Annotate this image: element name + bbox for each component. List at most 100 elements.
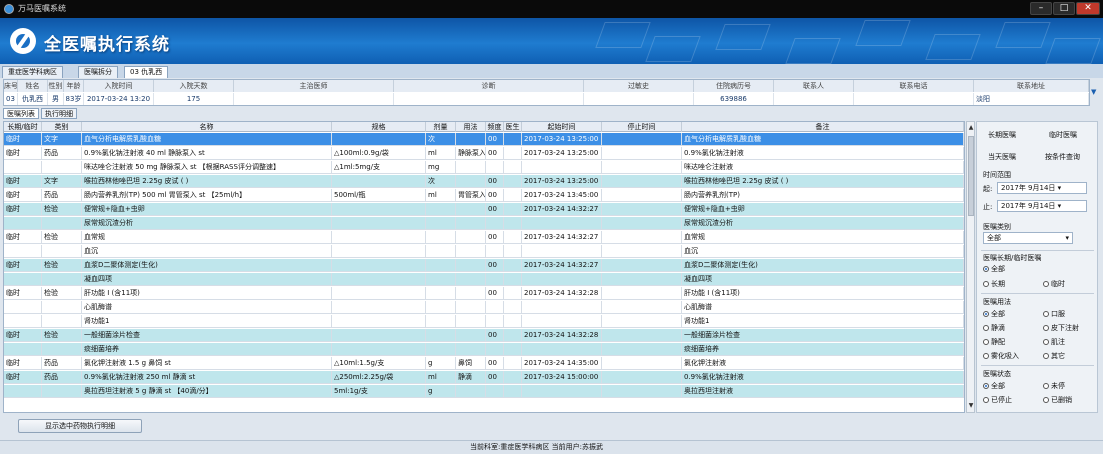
grid-header-cell[interactable]: 长期/临时 bbox=[4, 122, 42, 132]
order-row[interactable]: 奥拉西坦注射液 5 g 静滴 st 【40滴/分】 5ml:1g/支 g 奥拉西坦注射… bbox=[4, 385, 964, 398]
order-cell: 00 bbox=[486, 259, 504, 271]
s-deleted-radio[interactable]: 已删销 bbox=[1043, 396, 1072, 405]
order-row[interactable]: 临时 药品 0.9%氯化钠注射液 250 ml 静滴 st △250ml:2.25g/… bbox=[4, 371, 964, 384]
grid-header-cell[interactable]: 医生 bbox=[504, 122, 522, 132]
order-row[interactable]: 临时 检验 便常规+隐血+虫卵 00 2017-03-24 14:32:27 便常规+隐血… bbox=[4, 203, 964, 216]
order-row[interactable]: 痰细菌培养 痰细菌培养 bbox=[4, 343, 964, 356]
order-row[interactable]: 血沉 血沉 bbox=[4, 245, 964, 258]
order-cell: 临时 bbox=[4, 259, 42, 271]
order-cell: 药品 bbox=[42, 357, 82, 369]
grid-header-cell[interactable]: 用法 bbox=[456, 122, 486, 132]
order-cell: 临时 bbox=[4, 189, 42, 201]
order-cell: 检验 bbox=[42, 259, 82, 271]
grid-header-cell[interactable]: 起始时间 bbox=[522, 122, 602, 132]
order-cell bbox=[522, 343, 602, 355]
u-im-radio[interactable]: 肌注 bbox=[1043, 338, 1065, 347]
expand-arrow-icon[interactable]: ▼ bbox=[1091, 88, 1096, 96]
condition-query-button[interactable]: 按条件查询 bbox=[1045, 152, 1080, 162]
order-row[interactable]: 临时 检验 肝功能 I (含11项) 00 2017-03-24 14:32:28 肝功能… bbox=[4, 287, 964, 300]
order-row[interactable]: 临时 药品 0.9%氯化钠注射液 40 ml 静脉泵入 st △100ml:0.9g/… bbox=[4, 147, 964, 160]
order-row[interactable]: 凝血四项 凝血四项 bbox=[4, 273, 964, 286]
tab-exec-detail[interactable]: 执行明细 bbox=[41, 108, 77, 119]
lt-all-radio[interactable]: 全部 bbox=[983, 265, 1005, 274]
order-cell: 临时 bbox=[4, 175, 42, 187]
chevron-down-icon: ▾ bbox=[1065, 234, 1069, 242]
grid-header-cell[interactable]: 频度 bbox=[486, 122, 504, 132]
order-cell: 血气分析电解质乳酸血糖 bbox=[82, 133, 332, 145]
patient-header-cell: 联系电话 bbox=[854, 80, 974, 92]
maximize-button[interactable]: □ bbox=[1053, 2, 1075, 15]
orders-grid-scrollbar[interactable]: ▲ ▼ bbox=[966, 121, 975, 413]
order-row[interactable]: 临时 检验 血浆D二聚体测定(生化) 00 2017-03-24 14:32:27 血浆D… bbox=[4, 259, 964, 272]
order-cell bbox=[456, 329, 486, 341]
order-cell bbox=[332, 245, 426, 257]
order-cell bbox=[332, 231, 426, 243]
u-all-radio[interactable]: 全部 bbox=[983, 310, 1005, 319]
long-term-orders-button[interactable]: 长期医嘱 bbox=[988, 130, 1016, 140]
tab-ward[interactable]: 重症医学科病区 bbox=[2, 66, 63, 78]
order-row[interactable]: 临时 药品 肠内营养乳剂(TP) 500 ml 胃管泵入 st 【25ml/h】 50… bbox=[4, 189, 964, 202]
order-row[interactable]: 尿常规沉渣分析 尿常规沉渣分析 bbox=[4, 217, 964, 230]
s-stopped-radio[interactable]: 已停止 bbox=[983, 396, 1012, 405]
scroll-down-icon[interactable]: ▼ bbox=[968, 402, 974, 409]
order-cell bbox=[332, 217, 426, 229]
order-cell: 00 bbox=[486, 147, 504, 159]
order-row[interactable]: 临时 检验 血常规 00 2017-03-24 14:32:27 血常规 bbox=[4, 231, 964, 244]
order-cell bbox=[332, 343, 426, 355]
grid-header-cell[interactable]: 类别 bbox=[42, 122, 82, 132]
from-date-field[interactable]: 2017年 9月14日 ▾ bbox=[997, 182, 1087, 194]
close-button[interactable]: ✕ bbox=[1076, 2, 1100, 15]
order-cell bbox=[602, 287, 682, 299]
s-all-radio[interactable]: 全部 bbox=[983, 382, 1005, 391]
app-header: 全医嘱执行系统 bbox=[0, 18, 1103, 64]
grid-header-cell[interactable]: 名称 bbox=[82, 122, 332, 132]
patient-value-cell: 175 bbox=[154, 93, 234, 105]
grid-header-cell[interactable]: 停止时间 bbox=[602, 122, 682, 132]
order-row[interactable]: 心肌酶谱 心肌酶谱 bbox=[4, 301, 964, 314]
lt-long-radio[interactable]: 长期 bbox=[983, 280, 1005, 289]
order-cell: 尿常规沉渣分析 bbox=[682, 217, 964, 229]
patient-header-cell: 诊断 bbox=[394, 80, 584, 92]
category-label: 医嘱类别 bbox=[983, 223, 1011, 231]
category-select[interactable]: 全部 ▾ bbox=[983, 232, 1073, 244]
patient-header-cell: 住院病历号 bbox=[694, 80, 774, 92]
tab-order-list[interactable]: 医嘱列表 bbox=[3, 108, 39, 119]
today-orders-button[interactable]: 当天医嘱 bbox=[988, 152, 1016, 162]
scroll-thumb[interactable] bbox=[968, 136, 974, 216]
tab-split[interactable]: 医嘱拆分 bbox=[78, 66, 118, 78]
patient-value-cell bbox=[774, 93, 854, 105]
order-cell: 2017-03-24 13:25:00 bbox=[522, 133, 602, 145]
order-row[interactable]: 临时 检验 一般细菌涂片检查 00 2017-03-24 14:32:28 一般细菌涂片检… bbox=[4, 329, 964, 342]
tab-patient[interactable]: 03 仇乳西 bbox=[124, 66, 169, 78]
u-oral-radio[interactable]: 口服 bbox=[1043, 310, 1065, 319]
show-exec-detail-button[interactable]: 显示选中药物执行明细 bbox=[18, 419, 142, 433]
order-row[interactable]: 临时 药品 氯化钾注射液 1.5 g 鼻饲 st △10ml:1.5g/支 g 鼻饲 00 2… bbox=[4, 357, 964, 370]
order-cell: 临时 bbox=[4, 133, 42, 145]
order-cell: 药品 bbox=[42, 371, 82, 383]
lt-temp-radio[interactable]: 临时 bbox=[1043, 280, 1065, 289]
grid-header-cell[interactable]: 规格 bbox=[332, 122, 426, 132]
order-row[interactable]: 肾功能1 肾功能1 bbox=[4, 315, 964, 328]
order-cell: 2017-03-24 14:32:27 bbox=[522, 231, 602, 243]
patient-header-cell: 入院时间 bbox=[84, 80, 154, 92]
u-drip-radio[interactable]: 静滴 bbox=[983, 324, 1005, 333]
order-row[interactable]: 临时 文字 喉拉西林他唑巴坦 2.25g 皮试 ( ) 次 00 2017-03-24 1… bbox=[4, 175, 964, 188]
minimize-button[interactable]: – bbox=[1030, 2, 1052, 15]
order-row[interactable]: 临时 文字 血气分析电解质乳酸血糖次 00 2017-03-24 13:25:00 血气分… bbox=[4, 133, 964, 146]
s-unstop-radio[interactable]: 未停 bbox=[1043, 382, 1065, 391]
u-subq-radio[interactable]: 皮下注射 bbox=[1043, 324, 1079, 333]
u-other-radio[interactable]: 其它 bbox=[1043, 352, 1065, 361]
order-cell bbox=[426, 301, 456, 313]
order-cell: 凝血四项 bbox=[682, 273, 964, 285]
grid-header-cell[interactable]: 备注 bbox=[682, 122, 964, 132]
order-cell bbox=[456, 287, 486, 299]
order-row[interactable]: 咪达唑仑注射液 50 mg 静脉泵入 st 【根据RASS评分调整速】 △1ml:… bbox=[4, 161, 964, 174]
grid-header-cell[interactable]: 剂量 bbox=[426, 122, 456, 132]
order-cell bbox=[522, 385, 602, 397]
scroll-up-icon[interactable]: ▲ bbox=[968, 124, 974, 131]
temporary-orders-button[interactable]: 临时医嘱 bbox=[1049, 130, 1077, 140]
u-push-radio[interactable]: 静配 bbox=[983, 338, 1005, 347]
order-cell: 奥拉西坦注射液 5 g 静滴 st 【40滴/分】 bbox=[82, 385, 332, 397]
to-date-field[interactable]: 2017年 9月14日 ▾ bbox=[997, 200, 1087, 212]
u-neb-radio[interactable]: 雾化吸入 bbox=[983, 352, 1019, 361]
